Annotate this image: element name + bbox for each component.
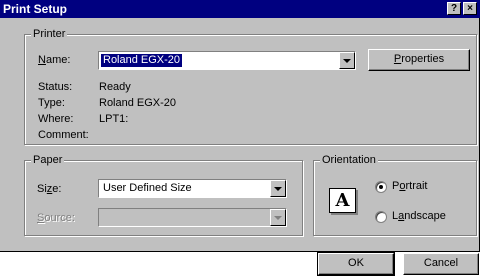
- portrait-radio[interactable]: [375, 181, 387, 193]
- type-label: Type:: [38, 97, 65, 109]
- landscape-label[interactable]: Landscape: [392, 210, 446, 223]
- dialog-title: Print Setup: [3, 2, 68, 16]
- printer-name-dropdown-button[interactable]: [339, 52, 355, 69]
- paper-source-select[interactable]: [98, 208, 287, 227]
- paper-source-dropdown-button[interactable]: [270, 209, 286, 226]
- orientation-legend: Orientation: [320, 154, 378, 167]
- type-value: Roland EGX-20: [99, 97, 177, 109]
- printer-name-value: Roland EGX-20: [99, 53, 184, 68]
- name-label: Name:: [38, 54, 71, 66]
- properties-button[interactable]: Properties: [368, 49, 470, 71]
- chevron-down-icon: [274, 216, 282, 220]
- chevron-down-icon: [274, 187, 282, 191]
- size-label: Size:: [37, 183, 62, 195]
- where-value: LPT1:: [99, 113, 129, 125]
- source-label: Source:: [37, 212, 75, 224]
- print-setup-dialog: Print Setup ? × Printer Name: Roland EGX…: [0, 0, 480, 276]
- printer-legend: Printer: [31, 28, 68, 41]
- printer-name-select[interactable]: Roland EGX-20: [98, 51, 356, 70]
- where-label: Where:: [38, 113, 74, 125]
- landscape-radio[interactable]: [375, 211, 387, 223]
- cancel-button[interactable]: Cancel: [403, 253, 479, 275]
- orientation-group: Orientation A Portrait Landscape: [313, 154, 477, 236]
- paper-size-select[interactable]: User Defined Size: [98, 179, 287, 198]
- chevron-down-icon: [343, 59, 351, 63]
- ok-button[interactable]: OK: [317, 252, 395, 276]
- printer-group: Printer Name: Roland EGX-20 Properties S…: [24, 28, 477, 145]
- paper-size-value: User Defined Size: [103, 182, 192, 194]
- status-value: Ready: [99, 81, 131, 93]
- portrait-page-icon: A: [329, 188, 356, 213]
- paper-group: Paper Size: User Defined Size Source:: [24, 154, 303, 236]
- status-label: Status:: [38, 81, 73, 93]
- paper-size-dropdown-button[interactable]: [270, 180, 286, 197]
- comment-label: Comment:: [38, 129, 89, 141]
- paper-legend: Paper: [31, 154, 65, 167]
- radio-selected-dot: [379, 185, 383, 189]
- title-bar: Print Setup ? ×: [0, 0, 480, 18]
- paper-source-value: [101, 211, 105, 224]
- portrait-label[interactable]: Portrait: [392, 180, 427, 193]
- close-button[interactable]: ×: [463, 2, 477, 15]
- help-button[interactable]: ?: [447, 2, 461, 15]
